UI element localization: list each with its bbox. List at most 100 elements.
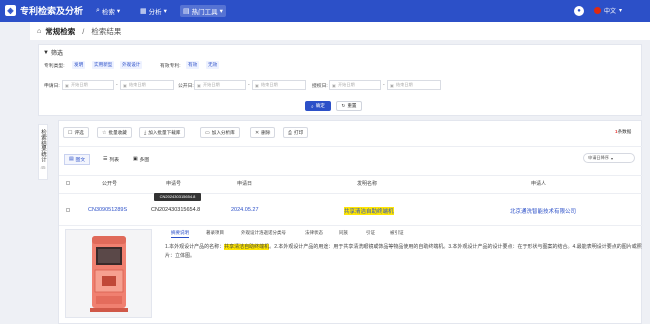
detail-tab-bibliographic[interactable]: 著录项目 <box>206 230 224 236</box>
detail-tab-cited-by[interactable]: 被引证 <box>390 230 404 236</box>
refresh-icon: ↻ <box>341 103 346 108</box>
row-checkbox[interactable] <box>66 208 70 212</box>
tools-icon: ▤ <box>183 8 190 15</box>
view-image[interactable]: ▣ 多图 <box>128 154 154 165</box>
detail-tab-family[interactable]: 同族 <box>339 230 348 236</box>
date-range-dash: - <box>248 82 250 88</box>
grant-date-label: 授权日: <box>312 84 328 89</box>
application-date-start[interactable]: ▣ 开始日期 <box>62 80 114 90</box>
date-range-dash: - <box>116 82 118 88</box>
batch-favorite-label: 批量收藏 <box>108 129 127 135</box>
view-image-label: 多图 <box>139 158 150 163</box>
breadcrumb-separator: / <box>82 26 85 36</box>
date-placeholder: 结束日期 <box>395 82 413 87</box>
printer-icon: ⎙ <box>288 129 293 136</box>
add-download-button[interactable]: ⤓ 加入批量下载库 <box>139 127 186 138</box>
view-list-label: 列表 <box>109 158 119 163</box>
patent-type-invention[interactable]: 发明 <box>72 61 86 69</box>
valid-option-invalid[interactable]: 无效 <box>206 61 220 69</box>
breadcrumb-current: 检索结果 <box>91 26 122 36</box>
app-title: 专利检索及分析 <box>20 6 84 16</box>
kiosk-machine-image <box>90 236 128 312</box>
applicant-link[interactable]: 北京通洗智能技术有限公司 <box>510 207 576 215</box>
language-switch[interactable]: 中文 ▾ <box>594 6 622 15</box>
breadcrumb-root[interactable]: 常规检索 <box>45 26 75 37</box>
review-label: 评选 <box>74 129 84 135</box>
detail-tab-legal-status[interactable]: 法律状态 <box>305 230 323 236</box>
add-analysis-button[interactable]: ▭ 加入分析库 <box>200 127 240 138</box>
select-all-checkbox[interactable] <box>66 181 70 185</box>
valid-option-valid[interactable]: 有效 <box>186 61 200 69</box>
abstract-highlight: 共享清洁自助终端机 <box>224 244 270 250</box>
sort-label: 申请日降序 <box>588 155 609 160</box>
view-divider <box>59 175 643 176</box>
reset-button[interactable]: ↻ 重置 <box>336 101 362 111</box>
add-download-label: 加入批量下载库 <box>148 129 181 135</box>
date-placeholder: 结束日期 <box>260 82 278 87</box>
batch-favorite-button[interactable]: ☆ 批量收藏 <box>97 127 132 138</box>
grant-date-start[interactable]: ▣ 开始日期 <box>329 80 381 90</box>
avatar[interactable]: ● <box>574 6 584 16</box>
china-flag-icon <box>594 7 601 14</box>
add-analysis-label: 加入分析库 <box>211 129 235 135</box>
nav-analysis[interactable]: ▦ 分析 ▾ <box>140 6 167 16</box>
left-sidebar <box>0 22 30 324</box>
patent-thumbnail[interactable] <box>65 229 152 318</box>
calendar-icon: ▣ <box>332 82 336 88</box>
pub-no-link[interactable]: CN309051289S <box>88 207 127 213</box>
logo-icon: ◈ <box>5 5 16 16</box>
publication-date-start[interactable]: ▣ 开始日期 <box>194 80 246 90</box>
sort-select[interactable]: 申请日降序 ▾ <box>583 153 635 163</box>
view-figure[interactable]: ▤ 图文 <box>64 154 91 165</box>
chevron-down-icon: ▾ <box>163 8 167 15</box>
app-no-tooltip: CN202430315654.8 <box>154 193 201 201</box>
nav-analysis-label: 分析 <box>148 9 162 16</box>
application-date-end[interactable]: ▣ 结束日期 <box>120 80 174 90</box>
view-figure-label: 图文 <box>75 158 86 163</box>
publication-date-label: 公开日: <box>178 84 194 89</box>
application-date-label: 申请日: <box>44 84 60 89</box>
nav-search-label: 检索 <box>101 9 115 16</box>
brand[interactable]: ◈ 专利检索及分析 <box>5 4 83 17</box>
abstract-text: 1.本外观设计产品的名称：共享清洁自助终端机。2.本外观设计产品的用途：用于共享… <box>165 243 643 261</box>
result-count: 1条数据 <box>615 129 631 135</box>
invention-title-link[interactable]: 共享清洁自助终端机 <box>344 207 394 215</box>
nav-hot-tools[interactable]: ▤ 热门工具 ▾ <box>180 5 226 17</box>
filter-icon: ▼ <box>43 49 49 56</box>
grant-date-end[interactable]: ▣ 结束日期 <box>387 80 441 90</box>
col-header-applicant: 申请人 <box>531 181 547 187</box>
stats-side-tab[interactable]: 检索结果统计 45 <box>38 124 48 180</box>
reset-label: 重置 <box>347 103 357 108</box>
detail-tab-citations[interactable]: 引证 <box>366 230 375 236</box>
review-button[interactable]: ☐ 评选 <box>63 127 89 138</box>
date-placeholder: 开始日期 <box>337 82 355 87</box>
publication-date-end[interactable]: ▣ 结束日期 <box>252 80 306 90</box>
chevron-down-icon: ▾ <box>219 8 223 15</box>
nav-search[interactable]: ⌕ 检索 ▾ <box>96 6 120 16</box>
col-header-title: 发明名称 <box>357 181 378 187</box>
date-placeholder: 开始日期 <box>70 82 88 87</box>
patent-type-label: 专利类型: <box>44 64 65 69</box>
valid-patent-label: 有效专利: <box>160 64 181 69</box>
home-icon[interactable]: ⌂ <box>37 28 41 35</box>
detail-tab-locarno[interactable]: 外观设计洛迦诺分类号 <box>241 230 286 236</box>
calendar-icon: ▣ <box>197 82 201 88</box>
print-button[interactable]: ⎙ 打印 <box>283 127 309 138</box>
top-navbar: ◈ 专利检索及分析 ⌕ 检索 ▾ ▦ 分析 ▾ ▤ 热门工具 ▾ ● 中文 ▾ <box>0 0 650 22</box>
detail-tab-abstract[interactable]: 摘要说明 <box>171 230 189 238</box>
app-no: CN202430315654.8 <box>151 207 201 213</box>
row-divider <box>59 225 643 226</box>
abstract-part-1: 1.本外观设计产品的名称： <box>165 244 225 250</box>
star-icon: ☆ <box>102 129 107 136</box>
app-date: 2024.05.27 <box>231 207 259 213</box>
chevron-down-icon: ▾ <box>619 8 623 14</box>
chevron-down-icon: ▾ <box>610 155 614 161</box>
header-divider <box>59 193 643 194</box>
patent-type-design[interactable]: 外观设计 <box>120 61 143 69</box>
delete-button[interactable]: ✕ 删除 <box>250 127 276 138</box>
filter-title-label: 筛选 <box>50 51 63 57</box>
patent-type-utility[interactable]: 实用新型 <box>92 61 115 69</box>
confirm-button[interactable]: ⌕ 确定 <box>305 101 331 111</box>
search-icon: ⌕ <box>311 103 314 109</box>
view-list[interactable]: ☰ 列表 <box>98 154 124 165</box>
